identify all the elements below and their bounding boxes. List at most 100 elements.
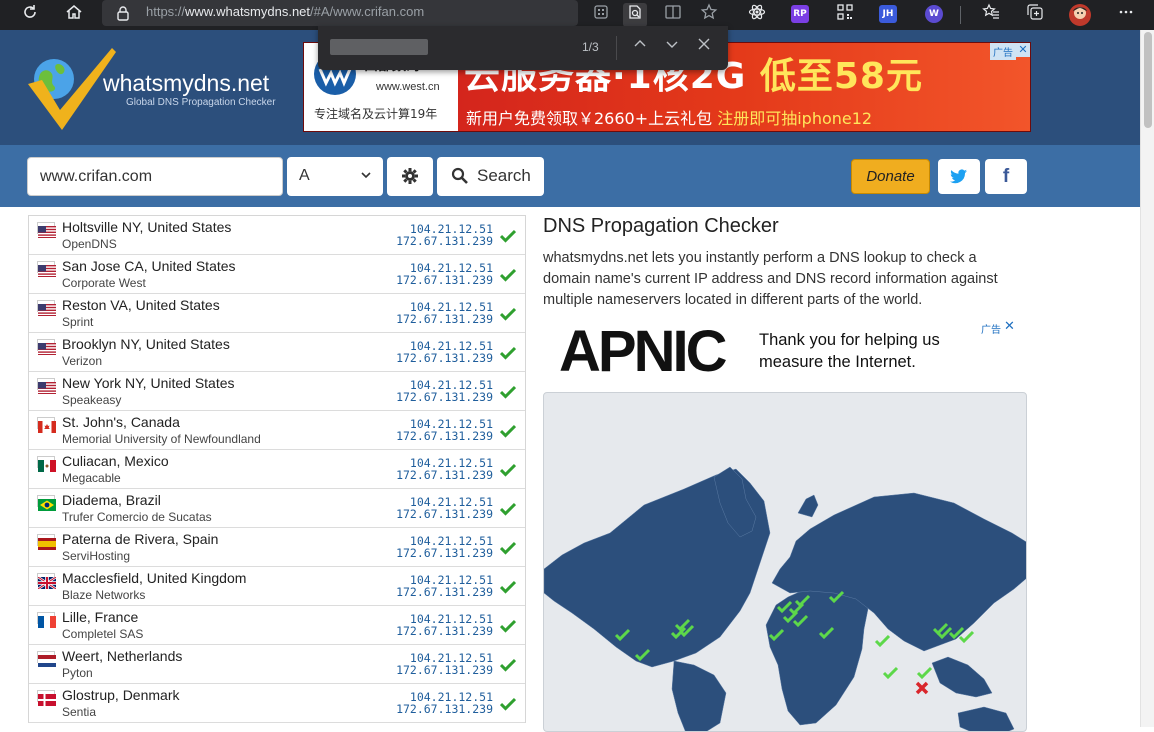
apnic-logo: APNIC — [559, 319, 727, 384]
find-input[interactable] — [330, 39, 428, 55]
result-row[interactable]: St. John's, Canada Memorial University of… — [29, 411, 525, 450]
favorites-icon[interactable] — [979, 3, 1003, 27]
result-location: San Jose CA, United States — [62, 258, 236, 274]
find-previous-button[interactable] — [628, 36, 652, 60]
check-icon — [499, 501, 517, 516]
extension-jh-icon[interactable]: JH — [879, 5, 897, 23]
settings-button[interactable] — [387, 157, 433, 196]
more-icon[interactable] — [1114, 3, 1138, 27]
check-icon — [499, 228, 517, 243]
ad-close-icon[interactable]: ✕ — [1016, 43, 1030, 57]
result-ips[interactable]: 104.21.12.51 172.67.131.239 — [396, 379, 493, 403]
page-scrollbar[interactable] — [1140, 30, 1154, 727]
map-check-icon — [882, 666, 899, 680]
reader-icon[interactable] — [661, 3, 685, 27]
app-grid-icon[interactable] — [589, 3, 613, 27]
result-ips[interactable]: 104.21.12.51 172.67.131.239 — [396, 301, 493, 325]
flag-gb-icon — [37, 573, 57, 590]
search-button-label: Search — [477, 166, 531, 185]
result-location: Glostrup, Denmark — [62, 687, 180, 703]
result-row[interactable]: Macclesfield, United Kingdom Blaze Networ… — [29, 567, 525, 606]
result-ip-2: 172.67.131.239 — [396, 546, 493, 560]
apnic-ad[interactable]: APNIC Thank you for helping us measure t… — [553, 319, 1018, 384]
result-ips[interactable]: 104.21.12.51 172.67.131.239 — [396, 535, 493, 559]
domain-input[interactable]: www.crifan.com — [27, 157, 283, 196]
result-row[interactable]: Lille, France Completel SAS 104.21.12.51 17… — [29, 606, 525, 645]
result-ips[interactable]: 104.21.12.51 172.67.131.239 — [396, 223, 493, 247]
lock-icon — [116, 5, 130, 25]
result-ips[interactable]: 104.21.12.51 172.67.131.239 — [396, 574, 493, 598]
result-ip-2: 172.67.131.239 — [396, 273, 493, 287]
extension-w-icon[interactable]: W — [925, 5, 943, 23]
flag-mx-icon — [37, 456, 56, 472]
url-path: /#A/www.crifan.com — [310, 4, 425, 19]
scrollbar-thumb[interactable] — [1144, 32, 1152, 128]
result-location: Culiacan, Mexico — [62, 453, 169, 469]
record-type-select[interactable]: A — [287, 157, 383, 196]
result-ips[interactable]: 104.21.12.51 172.67.131.239 — [396, 496, 493, 520]
result-row[interactable]: Diadema, Brazil Trufer Comercio de Sucata… — [29, 489, 525, 528]
result-ips[interactable]: 104.21.12.51 172.67.131.239 — [396, 418, 493, 442]
result-row[interactable]: Weert, Netherlands Pyton 104.21.12.51 172.6… — [29, 645, 525, 684]
donate-button[interactable]: Donate — [851, 159, 930, 194]
result-location: St. John's, Canada — [62, 414, 180, 430]
check-icon — [499, 696, 517, 711]
ad-brand-url: www.west.cn — [376, 81, 440, 93]
world-map — [543, 392, 1027, 732]
result-ip-2: 172.67.131.239 — [396, 702, 493, 716]
check-icon — [499, 267, 517, 282]
map-fail-icon — [915, 681, 929, 695]
facebook-button[interactable]: f — [985, 159, 1027, 194]
result-row[interactable]: San Jose CA, United States Corporate West… — [29, 255, 525, 294]
find-match-count: 1/3 — [582, 40, 599, 54]
check-icon — [499, 345, 517, 360]
toolbar-divider — [960, 6, 961, 24]
extension-rp-icon[interactable]: RP — [791, 5, 809, 23]
result-row[interactable]: Culiacan, Mexico Megacable 104.21.12.51 172… — [29, 450, 525, 489]
result-row[interactable]: New York NY, United States Speakeasy 104.2… — [29, 372, 525, 411]
search-button[interactable]: Search — [437, 157, 544, 196]
flag-us-icon — [37, 261, 56, 277]
qr-code-icon[interactable] — [833, 3, 857, 27]
twitter-button[interactable] — [938, 159, 980, 194]
result-ips[interactable]: 104.21.12.51 172.67.131.239 — [396, 691, 493, 715]
url-scheme: https:// — [146, 4, 186, 19]
result-ips[interactable]: 104.21.12.51 172.67.131.239 — [396, 262, 493, 286]
add-favorite-icon[interactable] — [697, 3, 721, 27]
info-title: DNS Propagation Checker — [543, 215, 779, 237]
flag-es-icon — [37, 534, 56, 550]
result-row[interactable]: Holtsville NY, United States OpenDNS 104.2… — [29, 216, 525, 255]
apnic-ad-close-icon[interactable]: ✕ — [1004, 319, 1015, 334]
find-close-button[interactable] — [692, 36, 716, 60]
address-bar[interactable]: https://www.whatsmydns.net/#A/www.crifan… — [102, 0, 578, 26]
find-next-button[interactable] — [660, 36, 684, 60]
result-row[interactable]: Glostrup, Denmark Sentia 104.21.12.51 172.6… — [29, 684, 525, 723]
reload-icon[interactable] — [18, 3, 42, 27]
result-provider: Memorial University of Newfoundland — [62, 432, 261, 446]
apnic-ad-line2: measure the Internet. — [759, 353, 916, 371]
profile-avatar-icon[interactable] — [1068, 3, 1092, 27]
result-provider: Blaze Networks — [62, 588, 146, 602]
home-icon[interactable] — [62, 3, 86, 27]
url-text: https://www.whatsmydns.net/#A/www.crifan… — [146, 4, 424, 19]
apnic-ad-label[interactable]: 广告 — [981, 321, 1001, 336]
react-devtools-icon[interactable] — [745, 3, 769, 27]
result-ips[interactable]: 104.21.12.51 172.67.131.239 — [396, 457, 493, 481]
result-row[interactable]: Paterna de Rivera, Spain ServiHosting 104.… — [29, 528, 525, 567]
find-in-page-icon[interactable] — [623, 3, 647, 27]
ad-label[interactable]: 广告 — [990, 43, 1016, 60]
result-ips[interactable]: 104.21.12.51 172.67.131.239 — [396, 340, 493, 364]
map-check-icon — [916, 666, 933, 680]
result-row[interactable]: Reston VA, United States Sprint 104.21.12.… — [29, 294, 525, 333]
result-ip-2: 172.67.131.239 — [396, 312, 493, 326]
result-row[interactable]: Brooklyn NY, United States Verizon 104.21.… — [29, 333, 525, 372]
result-ip-2: 172.67.131.239 — [396, 351, 493, 365]
result-ip-2: 172.67.131.239 — [396, 234, 493, 248]
info-panel: DNS Propagation Checker whatsmydns.net l… — [543, 215, 1023, 311]
collections-icon[interactable] — [1023, 3, 1047, 27]
result-ips[interactable]: 104.21.12.51 172.67.131.239 — [396, 652, 493, 676]
logo-text[interactable]: whatsmydns.net — [103, 70, 269, 97]
result-ips[interactable]: 104.21.12.51 172.67.131.239 — [396, 613, 493, 637]
result-provider: OpenDNS — [62, 237, 117, 251]
url-host: www.whatsmydns.net — [185, 4, 311, 19]
